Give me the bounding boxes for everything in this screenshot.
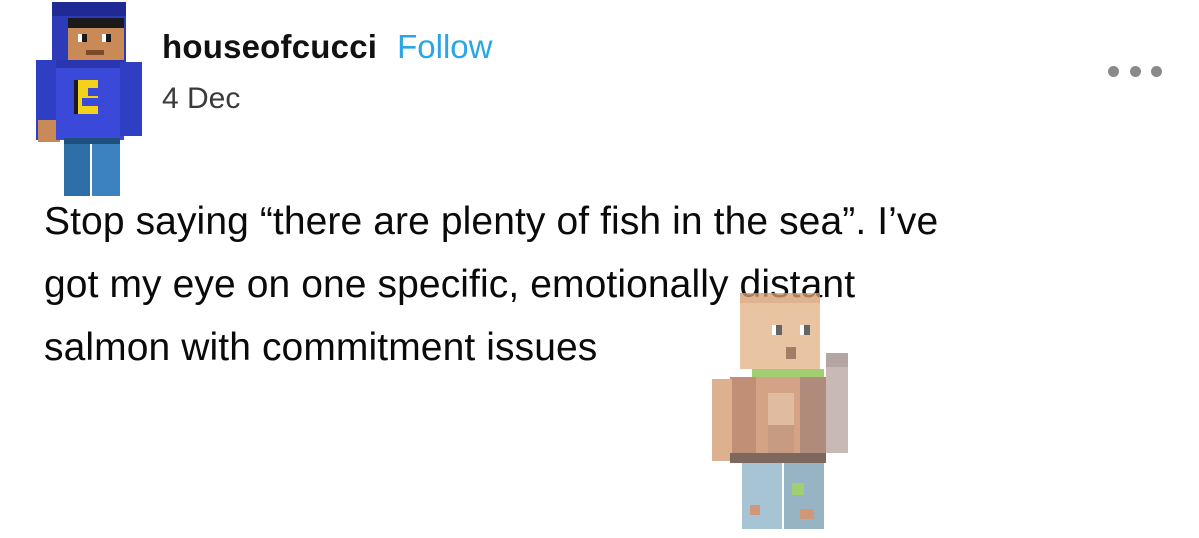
post-header: houseofcucci Follow 4 Dec [162,28,492,118]
author-row: houseofcucci Follow [162,28,492,72]
minecraft-character-sticker-icon [712,293,848,529]
post-text-line: Stop saying “there are plenty of fish in… [44,200,939,243]
post-text-line: got my eye on one specific, emotionally … [44,263,856,306]
sticker [712,293,862,533]
follow-button[interactable]: Follow [397,28,492,66]
post-text-line: salmon with commitment issues [44,326,598,369]
more-options-button[interactable] [1108,64,1162,78]
minecraft-skin-avatar-icon [36,2,142,196]
avatar[interactable] [30,0,150,200]
post-date: 4 Dec [162,82,241,115]
username[interactable]: houseofcucci [162,28,377,66]
more-options-icon [1151,65,1162,77]
more-options-icon [1129,65,1141,77]
post-body: Stop saying “there are plenty of fish in… [44,190,1154,379]
more-options-icon [1108,65,1119,77]
tumblr-post: houseofcucci Follow 4 Dec Stop saying “t… [0,0,1199,533]
